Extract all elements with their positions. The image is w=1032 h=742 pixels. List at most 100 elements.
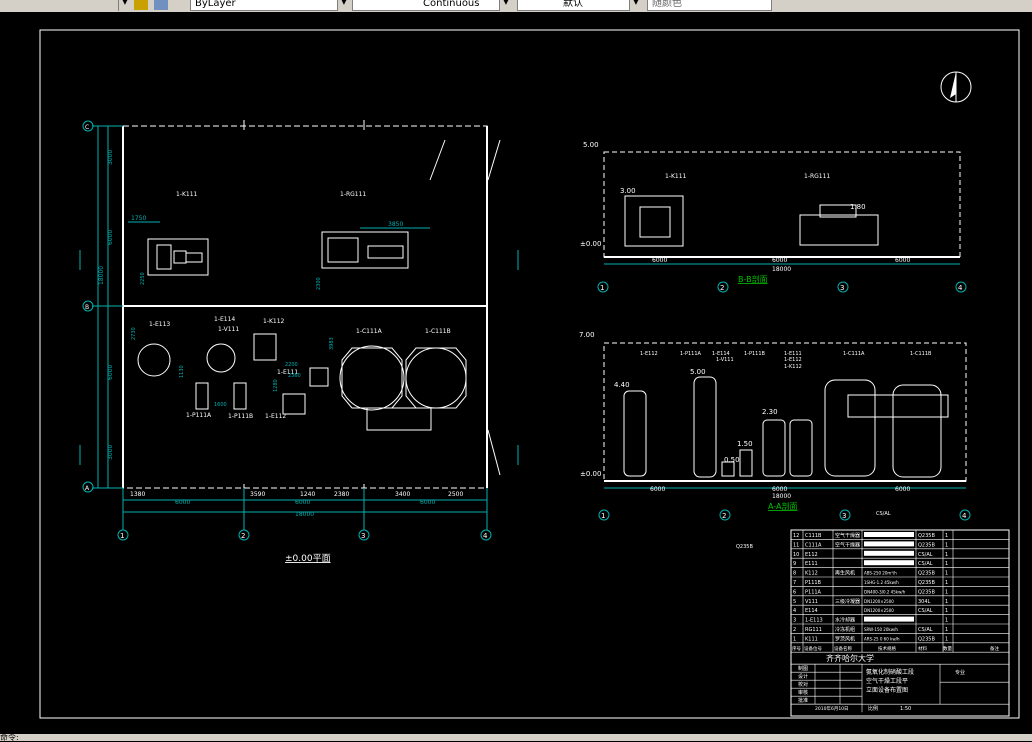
dim-text: 6000 bbox=[107, 365, 114, 380]
table-cell-tag: E114 bbox=[805, 608, 818, 614]
dim-text: 2500 bbox=[448, 491, 463, 498]
table-cell-tag: P111B bbox=[805, 580, 822, 586]
equip-label: 1-P111B bbox=[744, 351, 766, 357]
table-cell-spec: DN1200×2500 bbox=[864, 608, 894, 613]
date-text: 2010年6月10日 bbox=[815, 705, 849, 712]
layer-states-icon[interactable] bbox=[134, 0, 148, 10]
table-cell-spec bbox=[864, 541, 914, 547]
equipment-table: 12 C111B 空气干燥器 Q235B 111 C111A 空气干燥器 Q235B 110 E1… bbox=[790, 529, 1010, 717]
axis-label-2: 2 bbox=[241, 532, 245, 540]
axis-label-3: 3 bbox=[361, 532, 365, 540]
section-bb: 5.00 ±0.00 3.00 1.80 1-K111 1-RG111 6000… bbox=[580, 141, 967, 293]
dim-text: 2380 bbox=[334, 491, 349, 498]
table-cell-no: 7 bbox=[793, 580, 796, 586]
drawing-title: 氨氧化制硝酸工段 bbox=[866, 668, 914, 676]
table-cell-no: 9 bbox=[793, 561, 796, 567]
table-cell-qty: 1 bbox=[945, 571, 948, 577]
axis-label: 2 bbox=[722, 512, 726, 520]
equip-label: 1-K111 bbox=[665, 173, 687, 180]
table-cell-qty: 1 bbox=[945, 627, 948, 633]
dim-text: 6000 bbox=[107, 230, 114, 245]
table-cell-qty: 1 bbox=[945, 561, 948, 567]
layer-value: ByLayer bbox=[195, 0, 236, 9]
linetype-value: Continuous bbox=[423, 0, 480, 9]
table-cell-tag: RG111 bbox=[805, 627, 822, 633]
table-cell-qty: 1 bbox=[945, 542, 948, 548]
equip-label: 1-C111B bbox=[910, 351, 932, 357]
equip-label: 1-RG111 bbox=[804, 173, 830, 180]
section-aa: 7.00 4.40 5.00 2.30 1.50 0.50 ±0.00 1-E1… bbox=[579, 331, 971, 521]
dim-text: 6000 bbox=[772, 486, 787, 493]
table-cell-name: 冷冻机组 bbox=[835, 626, 855, 633]
equip-label: 1-C111A bbox=[843, 351, 865, 357]
table-cell-qty: 1 bbox=[945, 533, 948, 539]
level-text: 4.40 bbox=[614, 381, 630, 389]
dim-text: 1130 bbox=[179, 365, 185, 378]
table-cell-name: 空气干燥器 bbox=[835, 532, 860, 539]
table-cell-material: Q235B bbox=[918, 542, 935, 548]
command-line[interactable]: 命令: bbox=[0, 734, 1032, 742]
table-header-cell: 设备位号 bbox=[804, 645, 822, 652]
major-label: 专业 bbox=[955, 669, 965, 676]
dim-text: 6000 bbox=[295, 499, 310, 506]
table-cell-material: 304L bbox=[918, 599, 931, 605]
equip-label: 1-E113 bbox=[149, 321, 170, 328]
plotstyle-dropdown[interactable]: 随颜色 bbox=[647, 0, 772, 11]
axis-label-b: B bbox=[85, 304, 89, 311]
dim-text: 3983 bbox=[329, 337, 335, 350]
role-label: 校对 bbox=[798, 681, 808, 688]
chevron-down-icon[interactable]: ▼ bbox=[629, 0, 642, 11]
equip-label: 1-E112 bbox=[784, 357, 802, 363]
dim-text: 18000 bbox=[772, 266, 791, 273]
plan-view: C B A 3000 6000 18000 6000 3000 2730 225… bbox=[79, 120, 519, 564]
scale-value: 1:50 bbox=[900, 706, 911, 712]
level-text: 5.00 bbox=[690, 368, 706, 376]
chevron-down-icon[interactable]: ▼ bbox=[337, 0, 350, 11]
layer-previous-icon[interactable] bbox=[154, 0, 168, 10]
axis-label: 1 bbox=[601, 512, 605, 520]
equip-label: 1-P111A bbox=[186, 412, 212, 419]
table-cell-no: 5 bbox=[793, 599, 796, 605]
drawing-title: 立面设备布置图 bbox=[866, 686, 908, 694]
scale-label: 比例 bbox=[868, 705, 878, 712]
level-text: 1.50 bbox=[737, 440, 753, 448]
table-cell-qty: 1 bbox=[945, 608, 948, 614]
lineweight-dropdown[interactable]: 默认 bbox=[517, 0, 642, 11]
dim-text: 2200 bbox=[285, 362, 298, 368]
dim-text: 1240 bbox=[300, 491, 315, 498]
table-header-cell: 材料 bbox=[918, 645, 927, 652]
linetype-dropdown[interactable]: Continuous bbox=[352, 0, 512, 11]
dim-text: 1750 bbox=[131, 215, 146, 222]
level-text: 3.00 bbox=[620, 187, 636, 195]
axis-label-1: 1 bbox=[120, 532, 124, 540]
table-cell-spec: 1SHG-1.2 45kw/h bbox=[864, 580, 899, 585]
chevron-down-icon[interactable]: ▼ bbox=[118, 0, 131, 11]
dim-text: 6000 bbox=[650, 486, 665, 493]
axis-label-c: C bbox=[85, 124, 89, 131]
equip-label: 1-RG111 bbox=[340, 191, 366, 198]
drawing-canvas[interactable]: C B A 3000 6000 18000 6000 3000 2730 225… bbox=[0, 12, 1032, 734]
dim-text: 2250 bbox=[140, 272, 146, 285]
table-cell-qty: 1 bbox=[945, 618, 948, 624]
table-header-cell: 技术规格 bbox=[878, 645, 896, 652]
equip-label: 1-C111B bbox=[425, 328, 451, 335]
dim-text: 1600 bbox=[214, 402, 227, 408]
level-text: ±0.00 bbox=[580, 470, 601, 478]
dim-text: 18000 bbox=[295, 511, 314, 518]
level-text: 0.50 bbox=[724, 456, 740, 464]
dim-text: 3000 bbox=[107, 150, 114, 165]
layer-dropdown[interactable]: ByLayer bbox=[190, 0, 350, 11]
table-cell-material: Q235B bbox=[918, 533, 935, 539]
table-cell-no: 8 bbox=[793, 571, 796, 577]
note-text: Q235B bbox=[736, 544, 753, 550]
table-cell-qty: 1 bbox=[945, 589, 948, 595]
dim-text: 3850 bbox=[388, 221, 403, 228]
dim-text: 3000 bbox=[107, 445, 114, 460]
table-cell-spec bbox=[864, 560, 914, 566]
chevron-down-icon[interactable]: ▼ bbox=[499, 0, 512, 11]
axis-label-a: A bbox=[85, 485, 90, 492]
table-cell-material: Q235B bbox=[918, 589, 935, 595]
table-cell-no: 2 bbox=[793, 627, 796, 633]
dim-text: 2360 bbox=[288, 373, 301, 379]
dim-text: 18000 bbox=[772, 493, 791, 500]
